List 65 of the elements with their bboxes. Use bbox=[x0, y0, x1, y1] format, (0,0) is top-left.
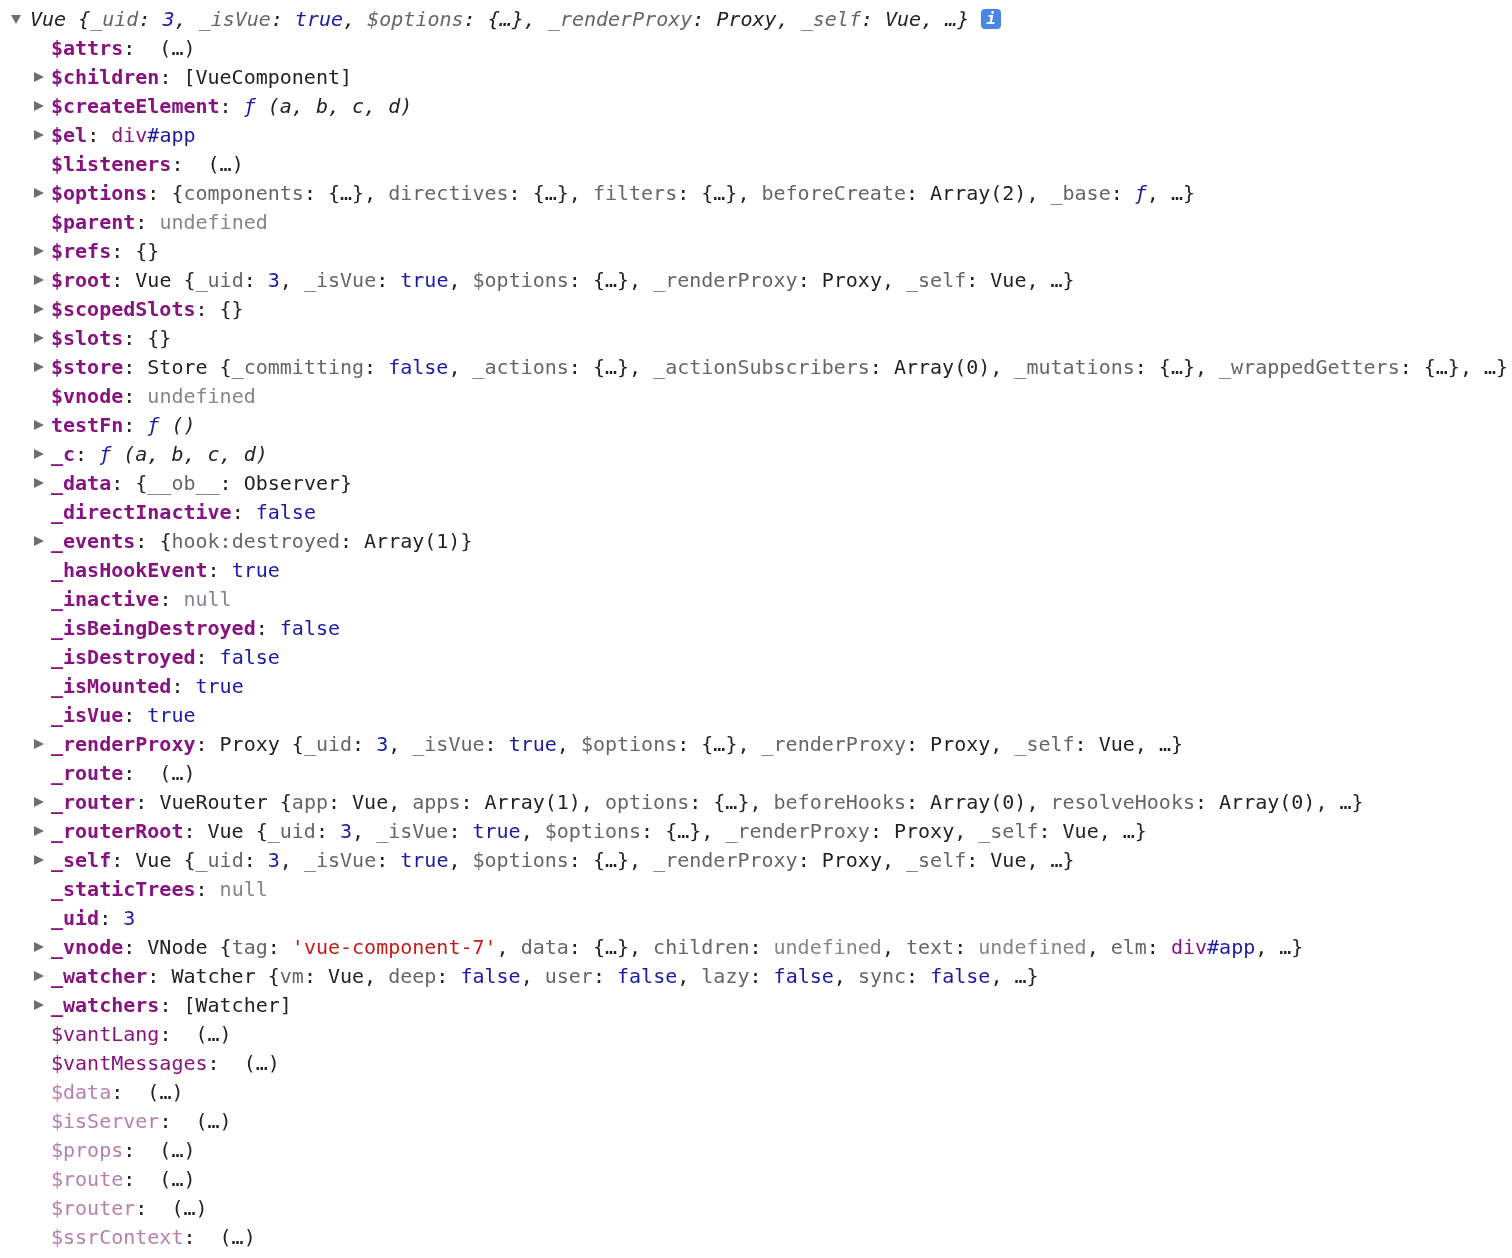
disclosure-triangle-icon[interactable] bbox=[34, 447, 44, 460]
disclosure-triangle-icon[interactable] bbox=[34, 998, 44, 1011]
disclosure-triangle-icon[interactable] bbox=[34, 824, 44, 837]
property-line: $attrs: (…) bbox=[51, 35, 196, 60]
info-badge[interactable]: i bbox=[981, 8, 1001, 29]
property-line: $isServer: (…) bbox=[51, 1108, 232, 1133]
property-line: $slots: {} bbox=[51, 325, 172, 350]
property-line: $root: Vue {_uid: 3, _isVue: true, $options: {…}, _renderProxy: Proxy, _self: Vue, …} bbox=[51, 267, 1075, 292]
property-line: _directInactive: false bbox=[51, 499, 316, 524]
property-line: $refs: {} bbox=[51, 238, 160, 263]
property-line: $router: (…) bbox=[51, 1195, 208, 1220]
disclosure-triangle-icon[interactable] bbox=[10, 12, 22, 25]
property-line: _staticTrees: null bbox=[51, 876, 268, 901]
property-line: _vnode: VNode {tag: 'vue-component-7', data: {…}, children: undefined, text: undefined, elm: div#app, …} bbox=[51, 934, 1304, 959]
property-line: $listeners: (…) bbox=[51, 151, 244, 176]
disclosure-triangle-icon[interactable] bbox=[34, 940, 44, 953]
object-summary: Vue {_uid: 3, _isVue: true, $options: {…}, _renderProxy: Proxy, _self: Vue, …} bbox=[30, 6, 970, 31]
property-line: _isVue: true bbox=[51, 702, 196, 727]
disclosure-triangle-icon[interactable] bbox=[34, 273, 44, 286]
property-line: _events: {hook:destroyed: Array(1)} bbox=[51, 528, 473, 553]
property-line: $children: [VueComponent] bbox=[51, 64, 353, 89]
property-line: testFn: ƒ () bbox=[51, 412, 196, 437]
property-line: _watchers: [Watcher] bbox=[51, 992, 292, 1017]
property-line: _isBeingDestroyed: false bbox=[51, 615, 340, 640]
property-line: $ssrContext: (…) bbox=[51, 1224, 256, 1249]
property-line: $options: {components: {…}, directives: {…}, filters: {…}, beforeCreate: Array(2), _base: ƒ, …} bbox=[51, 180, 1195, 205]
property-line: _router: VueRouter {app: Vue, apps: Array(1), options: {…}, beforeHooks: Array(0), resolveHooks: Array(0), …} bbox=[51, 789, 1364, 814]
property-line: _watcher: Watcher {vm: Vue, deep: false, user: false, lazy: false, sync: false, …} bbox=[51, 963, 1039, 988]
disclosure-triangle-icon[interactable] bbox=[34, 244, 44, 257]
disclosure-triangle-icon[interactable] bbox=[34, 476, 44, 489]
disclosure-triangle-icon[interactable] bbox=[34, 128, 44, 141]
disclosure-triangle-icon[interactable] bbox=[34, 737, 44, 750]
property-line: _hasHookEvent: true bbox=[51, 557, 280, 582]
property-line: $el: div#app bbox=[51, 122, 196, 147]
property-line: _route: (…) bbox=[51, 760, 196, 785]
disclosure-triangle-icon[interactable] bbox=[34, 186, 44, 199]
property-line: _uid: 3 bbox=[51, 905, 136, 930]
property-line: $vnode: undefined bbox=[51, 383, 256, 408]
property-line: _isMounted: true bbox=[51, 673, 244, 698]
property-line: $vantMessages: (…) bbox=[51, 1050, 280, 1075]
property-line: $props: (…) bbox=[51, 1137, 196, 1162]
property-line: _inactive: null bbox=[51, 586, 232, 611]
disclosure-triangle-icon[interactable] bbox=[34, 302, 44, 315]
disclosure-triangle-icon[interactable] bbox=[34, 331, 44, 344]
property-line: $vantLang: (…) bbox=[51, 1021, 232, 1046]
disclosure-triangle-icon[interactable] bbox=[34, 795, 44, 808]
property-line: $data: (…) bbox=[51, 1079, 184, 1104]
property-line: $scopedSlots: {} bbox=[51, 296, 244, 321]
property-line: _c: ƒ (a, b, c, d) bbox=[51, 441, 268, 466]
property-line: $store: Store {_committing: false, _actions: {…}, _actionSubscribers: Array(0), _mutations: {…}, _wrappedGetters: {…}, …} bbox=[51, 354, 1509, 379]
disclosure-triangle-icon[interactable] bbox=[34, 70, 44, 83]
property-line: _data: {__ob__: Observer} bbox=[51, 470, 353, 495]
disclosure-triangle-icon[interactable] bbox=[34, 99, 44, 112]
disclosure-triangle-icon[interactable] bbox=[34, 418, 44, 431]
property-line: $parent: undefined bbox=[51, 209, 268, 234]
property-line: _self: Vue {_uid: 3, _isVue: true, $options: {…}, _renderProxy: Proxy, _self: Vue, …} bbox=[51, 847, 1075, 872]
property-line: _routerRoot: Vue {_uid: 3, _isVue: true, $options: {…}, _renderProxy: Proxy, _self: Vue, …} bbox=[51, 818, 1147, 843]
disclosure-triangle-icon[interactable] bbox=[34, 360, 44, 373]
property-line: $createElement: ƒ (a, b, c, d) bbox=[51, 93, 413, 118]
disclosure-triangle-icon[interactable] bbox=[34, 534, 44, 547]
property-line: $route: (…) bbox=[51, 1166, 196, 1191]
property-line: _isDestroyed: false bbox=[51, 644, 280, 669]
disclosure-triangle-icon[interactable] bbox=[34, 853, 44, 866]
disclosure-triangle-icon[interactable] bbox=[34, 969, 44, 982]
property-line: _renderProxy: Proxy {_uid: 3, _isVue: true, $options: {…}, _renderProxy: Proxy, _self: Vue, …} bbox=[51, 731, 1183, 756]
